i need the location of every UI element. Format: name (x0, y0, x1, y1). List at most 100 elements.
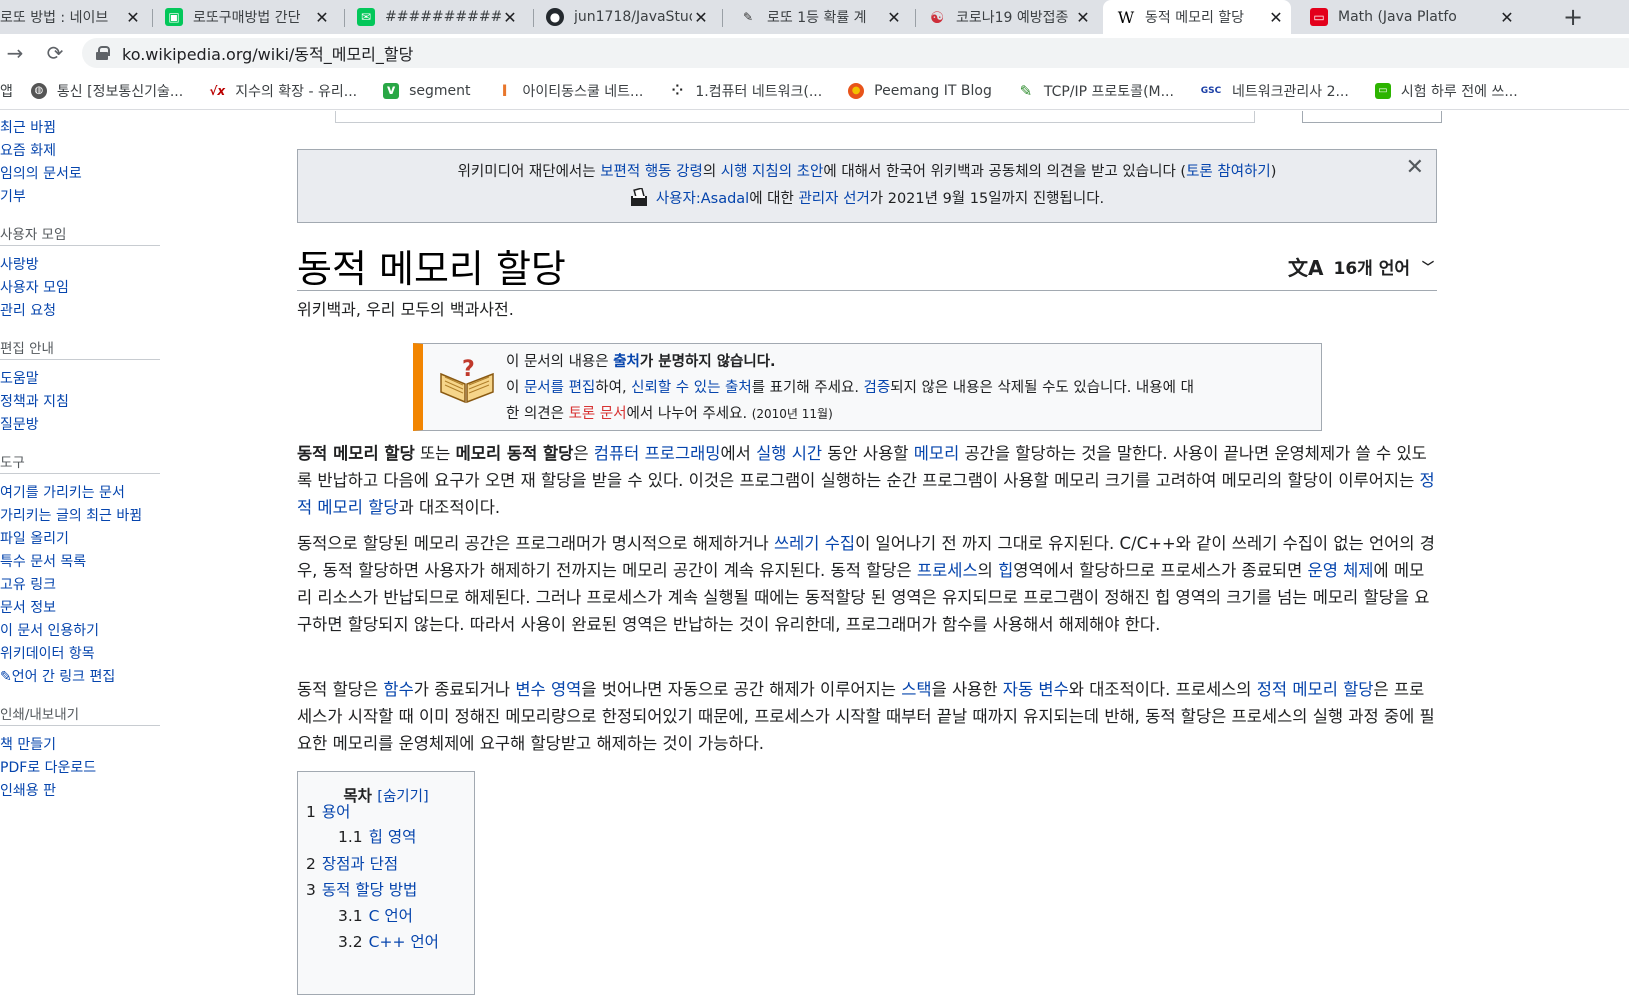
sidebar-item-printable[interactable]: 인쇄용 판 (0, 780, 170, 803)
text: 동적 할당은 (297, 680, 384, 699)
sidebar-group-help: 편집 안내 도움말 정책과 지침 질문방 (0, 337, 170, 437)
sidebar-heading[interactable]: 사용자 모임 (0, 223, 160, 246)
bookmark-apps[interactable]: 앱 (0, 81, 13, 101)
sidebar-item-create-book[interactable]: 책 만들기 (0, 734, 170, 757)
ucoc-link[interactable]: 보편적 행동 강령 (600, 164, 703, 180)
close-icon[interactable]: ✕ (124, 8, 142, 27)
close-icon[interactable]: ✕ (1267, 8, 1285, 27)
verification-link[interactable]: 검증 (864, 380, 891, 396)
bookmark-label: 앱 (0, 83, 13, 100)
bookmark-item[interactable]: ● Peemang IT Blog (848, 82, 992, 99)
close-icon[interactable]: ✕ (313, 8, 331, 27)
stack-link[interactable]: 스택 (901, 680, 931, 699)
close-icon[interactable]: ✕ (1074, 8, 1092, 27)
runtime-link[interactable]: 실행 시간 (756, 444, 822, 463)
bookmark-item[interactable]: Ⅰ 아이티동스쿨 네트... (497, 81, 644, 101)
tab-0[interactable]: 로또 방법 : 네이브 ✕ (0, 0, 148, 34)
process-link[interactable]: 프로세스 (917, 561, 978, 580)
tab-6-active[interactable]: W 동적 메모리 할당 ✕ (1103, 0, 1291, 34)
tab-5[interactable]: ☯ 코로나19 예방접종 ✕ (928, 0, 1098, 34)
memory-link[interactable]: 메모리 (914, 444, 960, 463)
bookmark-item[interactable]: v segment (383, 82, 471, 99)
sidebar-heading[interactable]: 인쇄/내보내기 (0, 703, 160, 726)
close-icon[interactable]: ✕ (501, 8, 519, 27)
sidebar-item-wikidata[interactable]: 위키데이터 항목 (0, 643, 170, 666)
toc-item-1-1[interactable]: 1.1 힙 영역 (338, 825, 416, 847)
tab-4[interactable]: ✎ 로또 1등 확률 계 ✕ (739, 0, 909, 34)
sidebar-item-donate[interactable]: 기부 (0, 186, 170, 209)
edit-article-link[interactable]: 문서를 편집 (524, 380, 595, 396)
heap-link[interactable]: 힙 (998, 561, 1013, 580)
sidebar-item-village-pump[interactable]: 사랑방 (0, 254, 170, 277)
toc-item-3-1[interactable]: 3.1 C 언어 (338, 904, 413, 926)
bookmark-item[interactable]: ⁘ 1.컴퓨터 네트워크(... (669, 81, 823, 101)
automatic-variable-link[interactable]: 자동 변수 (1003, 680, 1069, 699)
address-bar[interactable]: ko.wikipedia.org/wiki/동적_메모리_할당 (82, 38, 1629, 68)
sidebar-item-related-changes[interactable]: 가리키는 글의 최근 바뀜 (0, 505, 170, 528)
variable-scope-link[interactable]: 변수 영역 (515, 680, 581, 699)
admin-election-link[interactable]: 관리자 선거 (798, 191, 869, 207)
new-tab-button[interactable]: + (1556, 0, 1590, 34)
toc-label: 장점과 단점 (321, 855, 399, 873)
bookmark-item[interactable]: √x 지수의 확장 - 유리... (209, 81, 357, 101)
sidebar-item-what-links-here[interactable]: 여기를 가리키는 문서 (0, 482, 170, 505)
tab-7[interactable]: ▭ Math (Java Platfo ✕ (1310, 0, 1522, 34)
close-icon[interactable]: ✕ (1406, 154, 1424, 181)
enforcement-draft-link[interactable]: 시행 지침의 초안 (721, 164, 824, 180)
sidebar-item-cite[interactable]: 이 문서 인용하기 (0, 620, 170, 643)
toc-item-3[interactable]: 3 동적 할당 방법 (306, 878, 417, 900)
warning-line-3: 한 의견은 토론 문서에서 나누어 주세요. (2010년 11월) (506, 401, 1326, 427)
sidebar-heading[interactable]: 편집 안내 (0, 337, 160, 360)
reliable-sources-link[interactable]: 신뢰할 수 있는 출처 (631, 380, 752, 396)
join-discussion-link[interactable]: 토론 참여하기 (1186, 164, 1271, 180)
talk-page-link[interactable]: 토론 문서 (569, 406, 627, 422)
bookmark-item[interactable]: GSC 네트워크관리사 2... (1200, 81, 1349, 101)
sidebar-item-trending[interactable]: 요즘 화제 (0, 140, 170, 163)
static-memory-allocation-link[interactable]: 정적 메모리 할당 (1257, 680, 1374, 699)
sidebar-item-download-pdf[interactable]: PDF로 다운로드 (0, 757, 170, 780)
user-asadal-link[interactable]: 사용자:Asadal (656, 191, 749, 207)
lock-icon[interactable] (96, 46, 110, 60)
svg-text:?: ? (462, 357, 475, 382)
warning-text-part: 를 표기해 주세요. (751, 380, 864, 396)
tab-title: 로또구매방법 간단 (193, 10, 301, 26)
bookmark-item[interactable]: ✎ TCP/IP 프로토콜(M... (1018, 81, 1174, 101)
tab-2[interactable]: ✉ ############## ✕ (357, 0, 525, 34)
function-link[interactable]: 함수 (383, 680, 413, 699)
sidebar-item-random[interactable]: 임의의 문서로 (0, 163, 170, 186)
sidebar-item-community[interactable]: 사용자 모임 (0, 277, 170, 300)
sidebar-item-admin-request[interactable]: 관리 요청 (0, 300, 170, 323)
toc-label: C 언어 (368, 907, 413, 925)
close-icon[interactable]: ✕ (692, 8, 710, 27)
tab-1[interactable]: ▣ 로또구매방법 간단 ✕ (165, 0, 337, 34)
garbage-collection-link[interactable]: 쓰레기 수집 (774, 534, 855, 553)
toc-item-2[interactable]: 2 장점과 단점 (306, 852, 398, 874)
sidebar-item-page-info[interactable]: 문서 정보 (0, 597, 170, 620)
language-button[interactable]: 文A 16개 언어 ﹀ (1288, 252, 1434, 281)
page-title: 동적 메모리 할당 (297, 247, 566, 291)
sidebar-item-upload-file[interactable]: 파일 올리기 (0, 528, 170, 551)
sidebar-item-help[interactable]: 도움말 (0, 368, 170, 391)
toc-hide-toggle[interactable]: [숨기기] (377, 789, 428, 805)
sidebar-item-permanent-link[interactable]: 고유 링크 (0, 574, 170, 597)
source-link[interactable]: 출처 (613, 354, 640, 370)
sidebar-item-edit-interlanguage[interactable]: ✎언어 간 링크 편집 (0, 666, 170, 689)
reload-icon[interactable]: ⟳ (42, 40, 68, 66)
computer-programming-link[interactable]: 컴퓨터 프로그래밍 (594, 444, 721, 463)
sidebar-heading[interactable]: 도구 (0, 451, 160, 474)
sidebar-item-policy[interactable]: 정책과 지침 (0, 391, 170, 414)
unsourced-warning-box: ? 이 문서의 내용은 출처가 분명하지 않습니다. 이 문서를 편집하여, 신… (413, 343, 1322, 431)
operating-system-link[interactable]: 운영 체제 (1308, 561, 1374, 580)
close-icon[interactable]: ✕ (885, 8, 903, 27)
sidebar-item-questions[interactable]: 질문방 (0, 414, 170, 437)
forward-arrow-icon[interactable]: → (2, 40, 28, 66)
bookmark-item[interactable]: ◍ 통신 [정보통신기술... (30, 81, 183, 101)
toc-item-3-2[interactable]: 3.2 C++ 언어 (338, 930, 439, 952)
sidebar-item-special-pages[interactable]: 특수 문서 목록 (0, 551, 170, 574)
toc-item-1[interactable]: 1 용어 (306, 800, 350, 822)
sidebar-item-recent-changes[interactable]: 최근 바뀜 (0, 117, 170, 140)
tab-3[interactable]: ● jun1718/JavaStud ✕ (546, 0, 716, 34)
url-text[interactable]: ko.wikipedia.org/wiki/동적_메모리_할당 (122, 41, 413, 65)
bookmark-item[interactable]: ▭ 시험 하루 전에 쓰... (1374, 81, 1518, 101)
close-icon[interactable]: ✕ (1498, 8, 1516, 27)
